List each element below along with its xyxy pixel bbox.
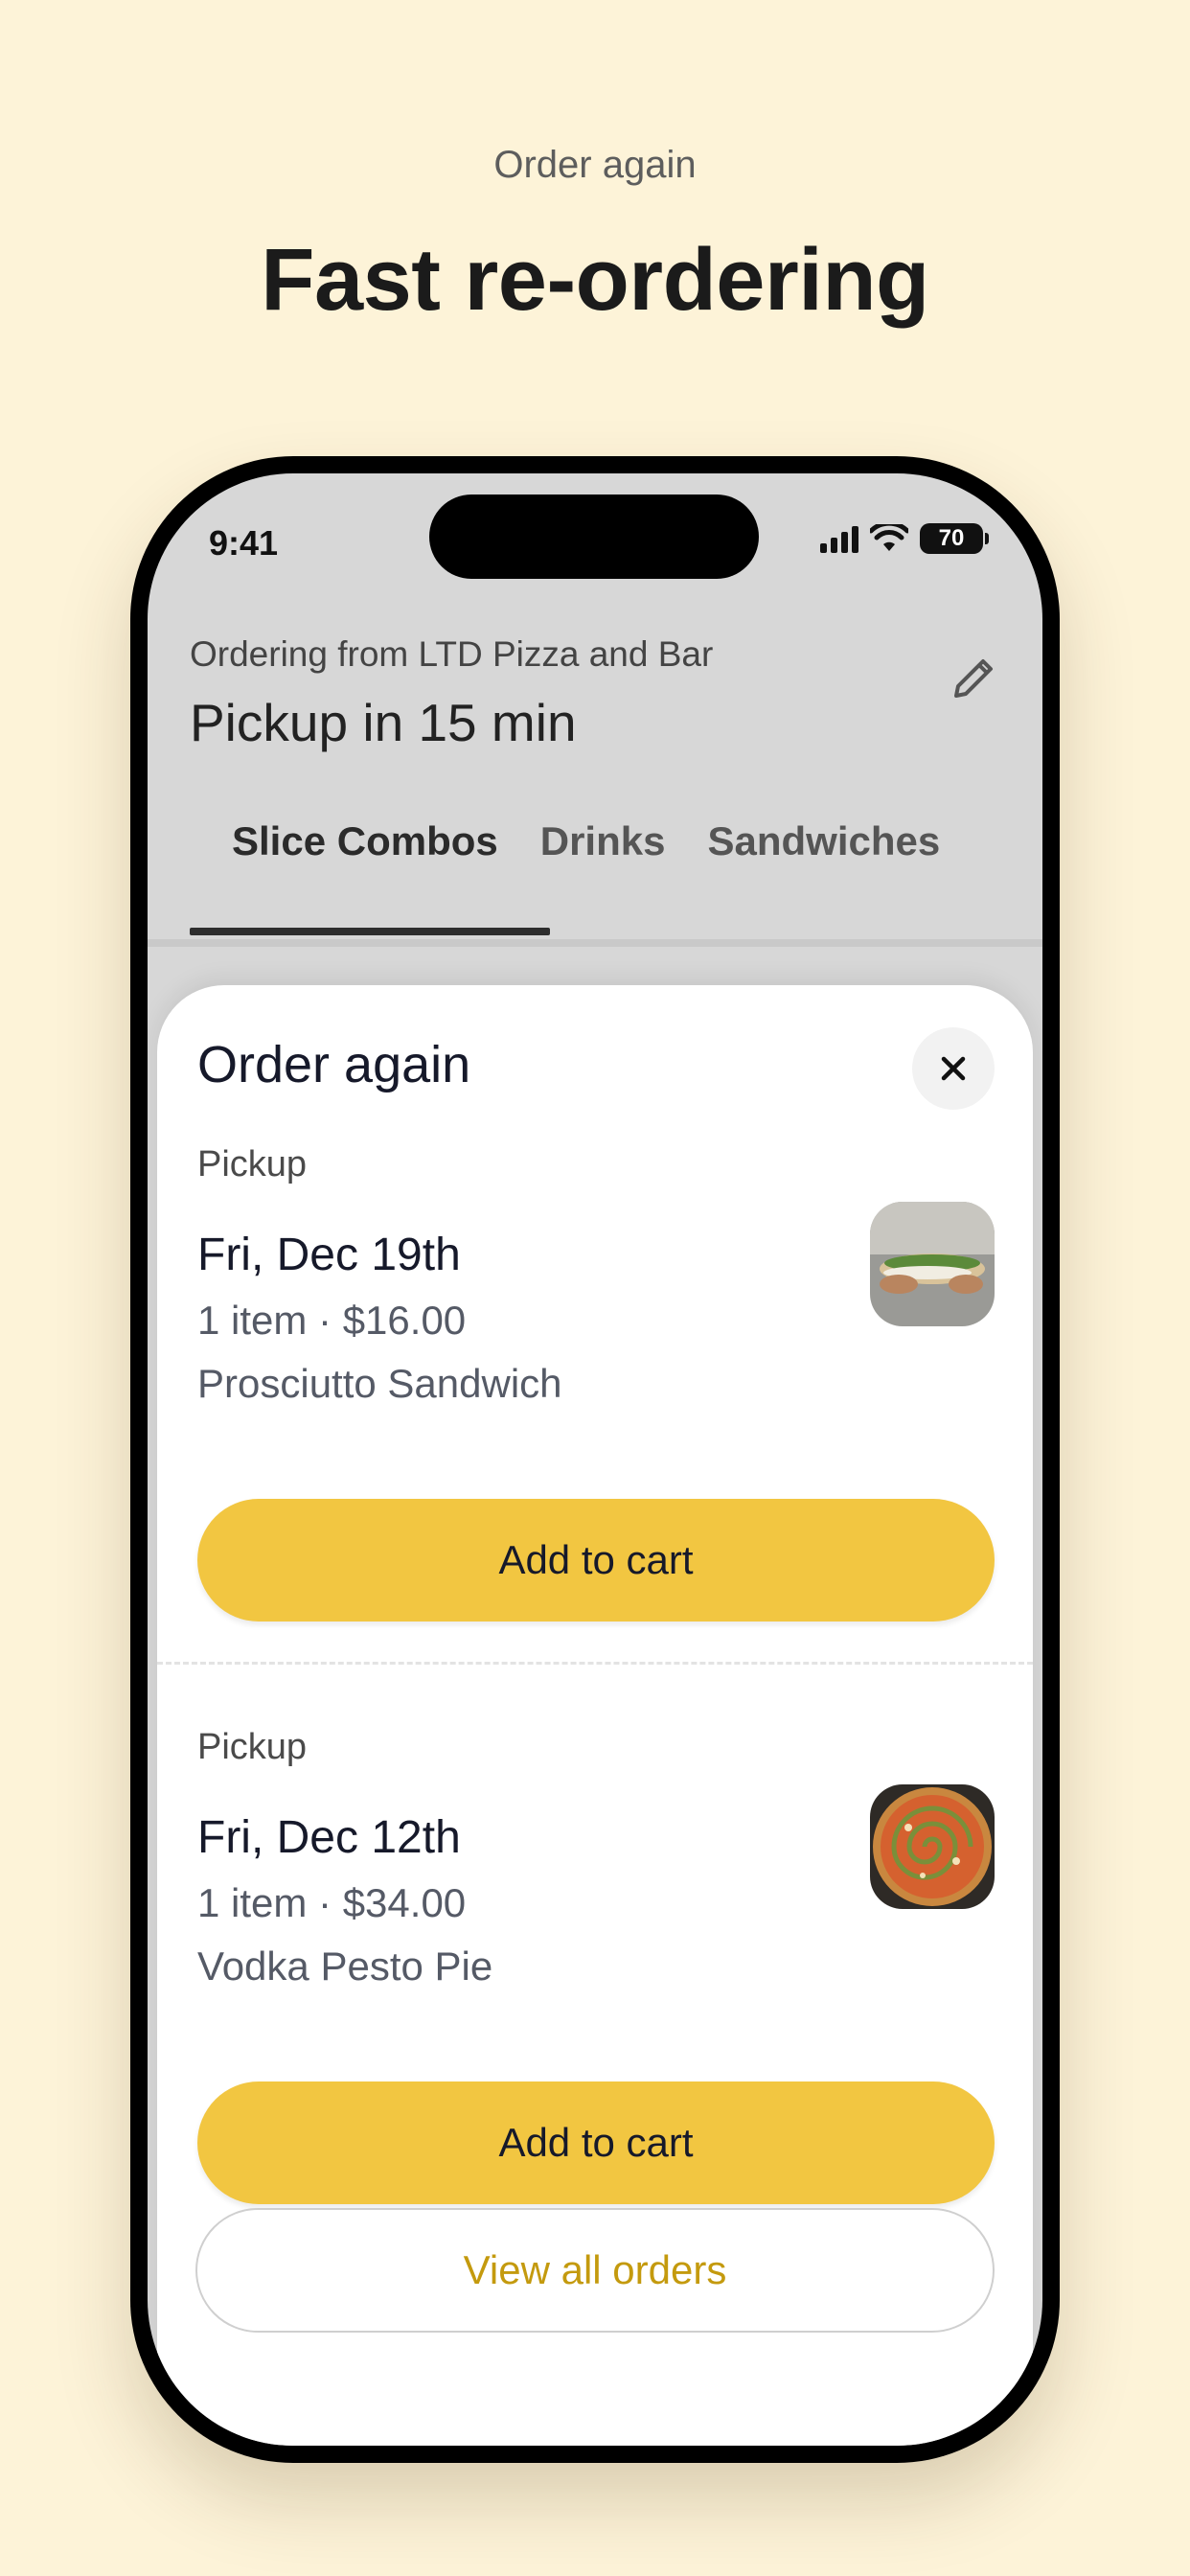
tab-slice-combos[interactable]: Slice Combos xyxy=(190,818,540,864)
order-card: Pickup Fri, Dec 12th 1 item · $34.00 Vod… xyxy=(197,1727,995,2204)
pencil-icon[interactable] xyxy=(945,648,1004,707)
order-type-label: Pickup xyxy=(197,1727,308,1767)
status-time: 9:41 xyxy=(209,523,279,563)
add-to-cart-button[interactable]: Add to cart xyxy=(197,2082,995,2204)
close-button[interactable] xyxy=(912,1027,995,1110)
wifi-icon xyxy=(870,524,908,551)
order-divider xyxy=(157,1662,1033,1665)
dynamic-island xyxy=(429,494,759,579)
category-tabs: Slice Combos Drinks Sandwiches xyxy=(190,818,1042,864)
tab-drinks[interactable]: Drinks xyxy=(540,818,708,864)
phone-frame: 9:41 70 Ordering from LTD Pizza and Bar … xyxy=(130,456,1060,2463)
hero-title: Fast re-ordering xyxy=(261,231,929,329)
battery-icon: 70 xyxy=(920,523,989,554)
sandwich-thumbnail xyxy=(870,1202,995,1326)
tabs-divider xyxy=(148,939,1042,947)
order-type-label: Pickup xyxy=(197,1144,308,1184)
order-item-name: Prosciutto Sandwich xyxy=(197,1361,562,1406)
order-date: Fri, Dec 19th xyxy=(197,1230,461,1280)
order-again-sheet: Order again Pickup Fri, Dec 19th 1 item … xyxy=(157,985,1033,2446)
view-all-orders-button[interactable]: View all orders xyxy=(195,2208,995,2333)
ordering-from-label: Ordering from LTD Pizza and Bar xyxy=(190,634,714,674)
cellular-signal-icon xyxy=(820,524,858,553)
sheet-title: Order again xyxy=(197,1036,471,1093)
status-icons: 70 xyxy=(820,523,989,554)
order-card: Pickup Fri, Dec 19th 1 item · $16.00 Pro… xyxy=(197,1144,995,1622)
close-icon xyxy=(941,1056,966,1081)
order-summary: 1 item · $16.00 xyxy=(197,1298,467,1343)
pizza-thumbnail xyxy=(870,1784,995,1909)
hero-eyebrow: Order again xyxy=(493,144,697,186)
pickup-time: Pickup in 15 min xyxy=(190,693,577,752)
tab-sandwiches[interactable]: Sandwiches xyxy=(707,818,982,864)
add-to-cart-button[interactable]: Add to cart xyxy=(197,1499,995,1622)
order-item-name: Vodka Pesto Pie xyxy=(197,1944,493,1989)
order-summary: 1 item · $34.00 xyxy=(197,1880,467,1925)
order-date: Fri, Dec 12th xyxy=(197,1812,461,1863)
active-tab-indicator xyxy=(190,928,550,935)
phone-screen: 9:41 70 Ordering from LTD Pizza and Bar … xyxy=(148,473,1042,2446)
